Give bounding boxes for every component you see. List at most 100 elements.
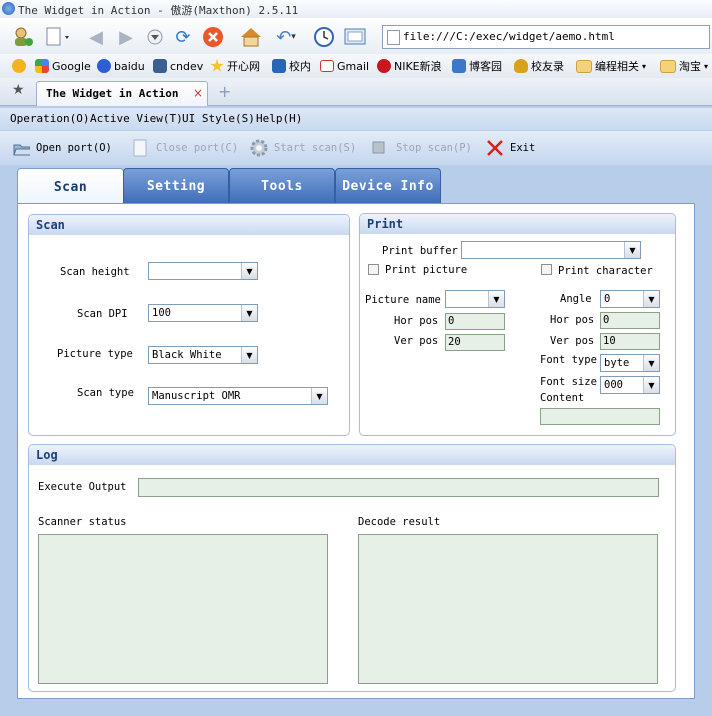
- hor-pos-label: Hor pos: [394, 315, 439, 327]
- favorites-button[interactable]: [12, 58, 29, 74]
- undo-close-icon[interactable]: ↶ ▾: [268, 25, 304, 49]
- stop-icon[interactable]: [202, 26, 224, 48]
- user-icon[interactable]: [10, 25, 36, 49]
- picture-name-select[interactable]: ▼: [445, 290, 505, 308]
- new-page-icon[interactable]: [42, 25, 72, 49]
- char-ver-pos-label: Ver pos: [550, 335, 595, 347]
- char-hor-pos-input[interactable]: 0: [600, 312, 660, 329]
- start-scan-button[interactable]: Start scan(S): [250, 139, 356, 157]
- back-icon[interactable]: ◀: [84, 25, 108, 49]
- close-tab-icon[interactable]: ×: [193, 86, 203, 100]
- clock-icon[interactable]: [312, 26, 336, 48]
- font-type-value: byte: [604, 357, 630, 369]
- bookmark-xiaonei[interactable]: 校内: [272, 58, 311, 74]
- address-input[interactable]: file:///C:/exec/widget/aemo.html: [403, 30, 615, 43]
- tab-scan[interactable]: Scan: [17, 168, 124, 205]
- document-icon: [133, 139, 147, 157]
- picture-name-label: Picture name: [365, 294, 441, 306]
- stop-scan-button[interactable]: Stop scan(P): [372, 139, 472, 157]
- home-icon[interactable]: [238, 25, 264, 49]
- bookmark-label: 校内: [289, 60, 311, 73]
- open-port-button[interactable]: Open port(O): [12, 139, 112, 157]
- menu-active-view[interactable]: Active View(T): [90, 112, 183, 125]
- folder-icon: [660, 59, 676, 73]
- screen-capture-icon[interactable]: [343, 26, 367, 48]
- bookmark-nike-sina[interactable]: NIKE新浪: [377, 58, 442, 74]
- menu-operation[interactable]: Operation(O): [10, 112, 89, 125]
- bookmark-folder-taobao[interactable]: 淘宝 ▾: [660, 58, 708, 74]
- bookmark-cnblogs[interactable]: 博客园: [452, 58, 502, 74]
- bookmark-folder-programming[interactable]: 编程相关 ▾: [576, 58, 646, 74]
- bookmark-label: 校友录: [531, 60, 564, 73]
- exit-button[interactable]: Exit: [486, 139, 535, 157]
- history-dropdown-icon[interactable]: [145, 27, 165, 47]
- char-hor-pos-value: 0: [603, 314, 610, 326]
- scan-dpi-select[interactable]: 100 ▼: [148, 304, 258, 322]
- scan-dpi-label: Scan DPI: [77, 308, 128, 320]
- font-size-value: 000: [604, 379, 623, 391]
- chevron-down-icon: ▼: [241, 263, 257, 279]
- bookmark-cndev[interactable]: cndev: [153, 58, 203, 74]
- decode-result-label: Decode result: [358, 516, 441, 528]
- picture-type-label: Picture type: [57, 348, 133, 360]
- scan-height-label: Scan height: [60, 266, 130, 278]
- char-ver-pos-input[interactable]: 10: [600, 333, 660, 350]
- print-buffer-label: Print buffer: [382, 245, 458, 257]
- print-buffer-select[interactable]: ▼: [461, 241, 641, 259]
- scan-height-select[interactable]: ▼: [148, 262, 258, 280]
- bookmark-xiaoyoulu[interactable]: 校友录: [514, 58, 564, 74]
- picture-type-select[interactable]: Black White ▼: [148, 346, 258, 364]
- tab-setting[interactable]: Setting: [123, 168, 229, 204]
- ver-pos-input[interactable]: 20: [445, 334, 505, 351]
- close-port-button[interactable]: Close port(C): [132, 139, 238, 157]
- log-group-title: Log: [29, 445, 675, 465]
- scanner-status-label: Scanner status: [38, 516, 127, 528]
- menu-ui-style[interactable]: UI Style(S): [182, 112, 255, 125]
- scan-group-title: Scan: [29, 215, 349, 235]
- scan-type-select[interactable]: Manuscript OMR ▼: [148, 387, 328, 405]
- execute-output-label: Execute Output: [38, 481, 127, 493]
- font-size-label: Font size: [540, 376, 597, 388]
- hor-pos-input[interactable]: 0: [445, 313, 505, 330]
- new-tab-button[interactable]: +: [218, 82, 231, 101]
- tab-tools[interactable]: Tools: [229, 168, 335, 204]
- print-picture-label: Print picture: [385, 264, 468, 276]
- print-picture-checkbox[interactable]: [368, 264, 379, 275]
- chevron-down-icon: ▾: [642, 61, 647, 71]
- forward-icon[interactable]: ▶: [114, 25, 138, 49]
- bookmark-gmail[interactable]: Gmail: [320, 58, 369, 74]
- bookmark-kaixin[interactable]: 开心网: [210, 58, 260, 74]
- window-title: The Widget in Action - 傲游(Maxthon) 2.5.1…: [18, 4, 299, 17]
- exit-label: Exit: [510, 142, 536, 154]
- execute-output-field[interactable]: [138, 478, 659, 497]
- menu-help[interactable]: Help(H): [256, 112, 302, 125]
- font-type-select[interactable]: byte ▼: [600, 354, 660, 372]
- decode-result-textarea[interactable]: [358, 534, 658, 684]
- font-size-select[interactable]: 000 ▼: [600, 376, 660, 394]
- bookmark-label: cndev: [170, 59, 204, 73]
- bookmark-label: 开心网: [227, 60, 260, 73]
- bookmark-label: Google: [52, 59, 91, 73]
- scanner-status-textarea[interactable]: [38, 534, 328, 684]
- refresh-icon[interactable]: ⟳: [171, 25, 195, 49]
- bookmark-google[interactable]: Google: [35, 58, 91, 74]
- chevron-down-icon: ▼: [643, 377, 659, 393]
- address-bar[interactable]: file:///C:/exec/widget/aemo.html: [382, 25, 710, 49]
- char-ver-pos-value: 10: [603, 335, 616, 347]
- star-icon[interactable]: ★: [12, 82, 25, 98]
- stop-scan-label: Stop scan(P): [396, 142, 472, 154]
- bookmark-label: 淘宝: [679, 60, 701, 73]
- maxthon-logo-icon: [2, 2, 15, 15]
- tab-device-info[interactable]: Device Info: [335, 168, 441, 204]
- cnblogs-icon: [452, 59, 466, 73]
- content-label: Content: [540, 392, 585, 404]
- close-port-label: Close port(C): [156, 142, 239, 154]
- angle-select[interactable]: 0 ▼: [600, 290, 660, 308]
- browser-tab[interactable]: The Widget in Action ×: [36, 81, 208, 106]
- content-input[interactable]: [540, 408, 660, 425]
- print-character-checkbox[interactable]: [541, 264, 552, 275]
- bookmark-baidu[interactable]: baidu: [97, 58, 145, 74]
- baidu-paw-icon: [97, 59, 111, 73]
- file-icon: [387, 30, 400, 45]
- picture-type-value: Black White: [152, 349, 222, 361]
